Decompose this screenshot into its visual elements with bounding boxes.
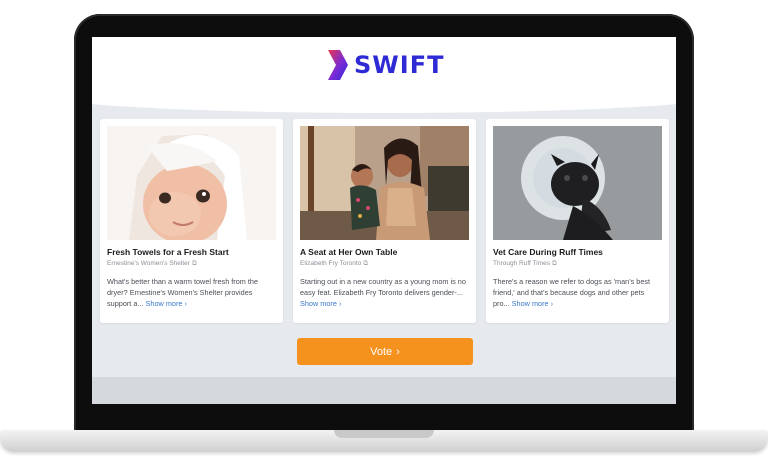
show-more-link[interactable]: Show more › [512,299,553,308]
pug-with-cone-photo [493,126,662,240]
external-link-icon: ⧉ [551,260,557,267]
cause-cards: Fresh Towels for a Fresh Start Ernestine… [100,119,670,325]
baby-in-towel-image-icon [107,126,276,240]
card-description-text: Starting out in a new country as a young… [300,277,466,297]
card-description: There's a reason we refer to dogs as 'ma… [493,276,661,309]
card-title: A Seat at Her Own Table [300,247,398,257]
external-link-icon: ⧉ [363,260,368,267]
card-source-link[interactable]: Through Ruff Times ⧉ [493,260,662,268]
pug-with-cone-image-icon [493,126,662,240]
card-source-label: Elizabeth Fry Toronto [300,260,362,267]
chevron-right-icon: › [396,345,400,358]
show-more-label: Show more [145,299,183,308]
card-source-link[interactable]: Ernestine's Women's Shelter ⧉ [107,260,276,268]
baby-in-towel-photo [107,126,276,240]
chevron-right-icon: › [550,299,554,308]
card-description: What's better than a warm towel fresh fr… [107,276,275,309]
card-title: Fresh Towels for a Fresh Start [107,247,229,257]
header: SWIFT [92,37,676,113]
mother-and-child-image-icon [300,126,469,240]
chevron-right-icon: › [184,299,187,308]
card-description: Starting out in a new country as a young… [300,276,468,309]
external-link-icon: ⧉ [191,260,197,267]
card-source-label: Through Ruff Times [493,260,550,267]
card-title: Vet Care During Ruff Times [493,247,603,257]
vote-button-label: Vote [370,345,393,358]
mother-and-child-photo [300,126,469,240]
show-more-label: Show more [300,299,337,308]
swift-logo-mark-icon [328,50,348,80]
show-more-link[interactable]: Show more › [146,299,187,308]
cause-card[interactable]: Vet Care During Ruff Times Through Ruff … [486,119,669,323]
laptop-notch [334,430,434,438]
show-more-link[interactable]: Show more › [300,299,341,308]
brand-name: SWIFT [354,51,445,79]
brand-logo[interactable]: SWIFT [328,50,444,80]
chevron-right-icon: › [338,299,342,308]
card-source-label: Ernestine's Women's Shelter [107,260,190,267]
footer-band [92,377,676,404]
show-more-label: Show more [511,299,549,308]
vote-button[interactable]: Vote › [297,338,473,365]
cause-card[interactable]: A Seat at Her Own Table Elizabeth Fry To… [293,119,476,323]
card-source-link[interactable]: Elizabeth Fry Toronto ⧉ [300,260,469,268]
cause-card[interactable]: Fresh Towels for a Fresh Start Ernestine… [100,119,283,323]
laptop-screen: SWIFT Fresh Towels for a Fresh Start Ern… [92,37,676,404]
